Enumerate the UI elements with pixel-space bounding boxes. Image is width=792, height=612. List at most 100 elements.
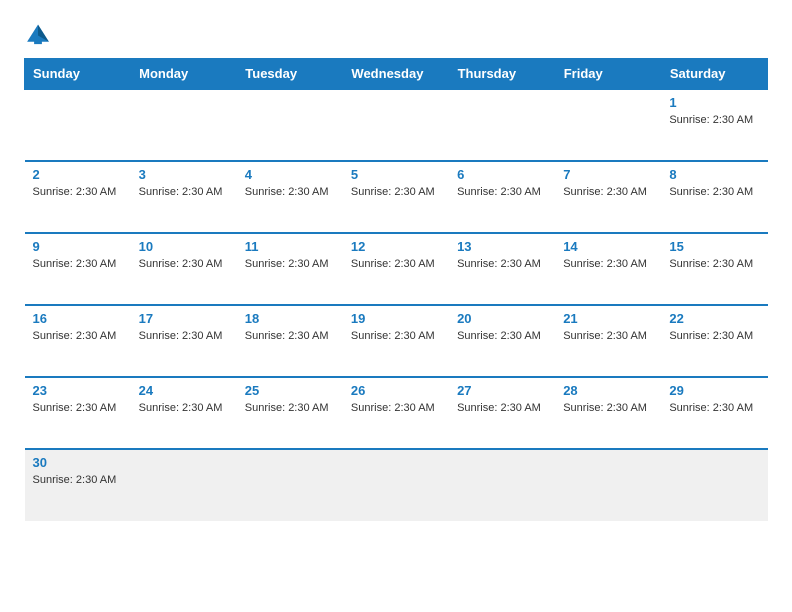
day-info: Sunrise: 2:30 AM	[245, 258, 329, 270]
calendar-cell	[237, 449, 343, 521]
day-info: Sunrise: 2:30 AM	[669, 402, 753, 414]
calendar-cell: 16 Sunrise: 2:30 AM	[25, 305, 131, 377]
calendar-cell	[449, 449, 555, 521]
day-number: 11	[245, 239, 335, 254]
calendar-cell: 25 Sunrise: 2:30 AM	[237, 377, 343, 449]
calendar-cell: 8Sunrise: 2:30 AM	[661, 161, 767, 233]
day-number: 24	[139, 383, 229, 398]
calendar-cell	[343, 449, 449, 521]
day-info: Sunrise: 2:30 AM	[33, 402, 117, 414]
calendar-cell: 19 Sunrise: 2:30 AM	[343, 305, 449, 377]
day-number: 15	[669, 239, 759, 254]
calendar-cell: 9 Sunrise: 2:30 AM	[25, 233, 131, 305]
day-info: Sunrise: 2:30 AM	[563, 402, 647, 414]
day-info: Sunrise: 2:30 AM	[139, 330, 223, 342]
day-info: Sunrise: 2:30 AM	[351, 186, 435, 198]
day-info: Sunrise: 2:30 AM	[457, 186, 541, 198]
day-info: Sunrise: 2:30 AM	[245, 330, 329, 342]
day-number: 25	[245, 383, 335, 398]
week-row-2: 2Sunrise: 2:30 AM3Sunrise: 2:30 AM4Sunri…	[25, 161, 768, 233]
day-info: Sunrise: 2:30 AM	[33, 258, 117, 270]
day-number: 18	[245, 311, 335, 326]
day-number: 16	[33, 311, 123, 326]
calendar-cell: 4Sunrise: 2:30 AM	[237, 161, 343, 233]
day-number: 7	[563, 167, 653, 182]
calendar-cell: 1 Sunrise: 2:30 AM	[661, 89, 767, 161]
day-info: Sunrise: 2:30 AM	[563, 258, 647, 270]
weekday-header-sunday: Sunday	[25, 59, 131, 90]
day-info: Sunrise: 2:30 AM	[33, 330, 117, 342]
calendar-cell: 29 Sunrise: 2:30 AM	[661, 377, 767, 449]
day-number: 20	[457, 311, 547, 326]
calendar-cell	[555, 89, 661, 161]
day-number: 14	[563, 239, 653, 254]
logo	[24, 20, 56, 48]
calendar: SundayMondayTuesdayWednesdayThursdayFrid…	[24, 58, 768, 521]
calendar-cell: 14 Sunrise: 2:30 AM	[555, 233, 661, 305]
day-number: 29	[669, 383, 759, 398]
day-info: Sunrise: 2:30 AM	[245, 402, 329, 414]
weekday-header-monday: Monday	[131, 59, 237, 90]
day-info: Sunrise: 2:30 AM	[669, 258, 753, 270]
day-number: 23	[33, 383, 123, 398]
day-number: 17	[139, 311, 229, 326]
day-info: Sunrise: 2:30 AM	[33, 474, 117, 486]
calendar-cell	[25, 89, 131, 161]
calendar-cell: 18 Sunrise: 2:30 AM	[237, 305, 343, 377]
day-info: Sunrise: 2:30 AM	[563, 186, 647, 198]
day-number: 8	[669, 167, 759, 182]
calendar-cell	[131, 89, 237, 161]
day-info: Sunrise: 2:30 AM	[669, 114, 753, 126]
calendar-cell	[237, 89, 343, 161]
day-number: 9	[33, 239, 123, 254]
day-number: 19	[351, 311, 441, 326]
calendar-cell: 21Sunrise: 2:30 AM	[555, 305, 661, 377]
day-info: Sunrise: 2:30 AM	[351, 330, 435, 342]
calendar-cell: 15 Sunrise: 2:30 AM	[661, 233, 767, 305]
header	[24, 20, 768, 48]
week-row-1: 1 Sunrise: 2:30 AM	[25, 89, 768, 161]
calendar-cell: 5 Sunrise: 2:30 AM	[343, 161, 449, 233]
day-info: Sunrise: 2:30 AM	[139, 186, 223, 198]
day-info: Sunrise: 2:30 AM	[139, 402, 223, 414]
week-row-4: 16 Sunrise: 2:30 AM 17 Sunrise: 2:30 AM 18 Su…	[25, 305, 768, 377]
day-info: Sunrise: 2:30 AM	[351, 258, 435, 270]
weekday-header-row: SundayMondayTuesdayWednesdayThursdayFrid…	[25, 59, 768, 90]
day-info: Sunrise: 2:30 AM	[351, 402, 435, 414]
calendar-cell: 24 Sunrise: 2:30 AM	[131, 377, 237, 449]
weekday-header-saturday: Saturday	[661, 59, 767, 90]
day-number: 5	[351, 167, 441, 182]
day-number: 13	[457, 239, 547, 254]
day-number: 2	[33, 167, 123, 182]
day-number: 12	[351, 239, 441, 254]
day-number: 6	[457, 167, 547, 182]
calendar-cell: 11 Sunrise: 2:30 AM	[237, 233, 343, 305]
calendar-cell: 23 Sunrise: 2:30 AM	[25, 377, 131, 449]
calendar-cell	[449, 89, 555, 161]
day-number: 4	[245, 167, 335, 182]
day-number: 21	[563, 311, 653, 326]
day-number: 26	[351, 383, 441, 398]
day-info: Sunrise: 2:30 AM	[669, 330, 753, 342]
calendar-cell: 10Sunrise: 2:30 AM	[131, 233, 237, 305]
day-number: 1	[669, 95, 759, 110]
calendar-cell	[661, 449, 767, 521]
day-info: Sunrise: 2:30 AM	[33, 186, 117, 198]
calendar-cell: 3Sunrise: 2:30 AM	[131, 161, 237, 233]
weekday-header-tuesday: Tuesday	[237, 59, 343, 90]
calendar-cell: 13Sunrise: 2:30 AM	[449, 233, 555, 305]
calendar-cell: 22Sunrise: 2:30 AM	[661, 305, 767, 377]
weekday-header-thursday: Thursday	[449, 59, 555, 90]
day-info: Sunrise: 2:30 AM	[457, 330, 541, 342]
week-row-6: 30 Sunrise: 2:30 AM	[25, 449, 768, 521]
calendar-cell: 6 Sunrise: 2:30 AM	[449, 161, 555, 233]
logo-icon	[24, 20, 52, 48]
calendar-cell: 27Sunrise: 2:30 AM	[449, 377, 555, 449]
calendar-cell: 7 Sunrise: 2:30 AM	[555, 161, 661, 233]
calendar-cell: 20 Sunrise: 2:30 AM	[449, 305, 555, 377]
calendar-cell: 12 Sunrise: 2:30 AM	[343, 233, 449, 305]
day-number: 30	[33, 455, 123, 470]
day-number: 28	[563, 383, 653, 398]
calendar-cell	[555, 449, 661, 521]
calendar-cell: 17 Sunrise: 2:30 AM	[131, 305, 237, 377]
